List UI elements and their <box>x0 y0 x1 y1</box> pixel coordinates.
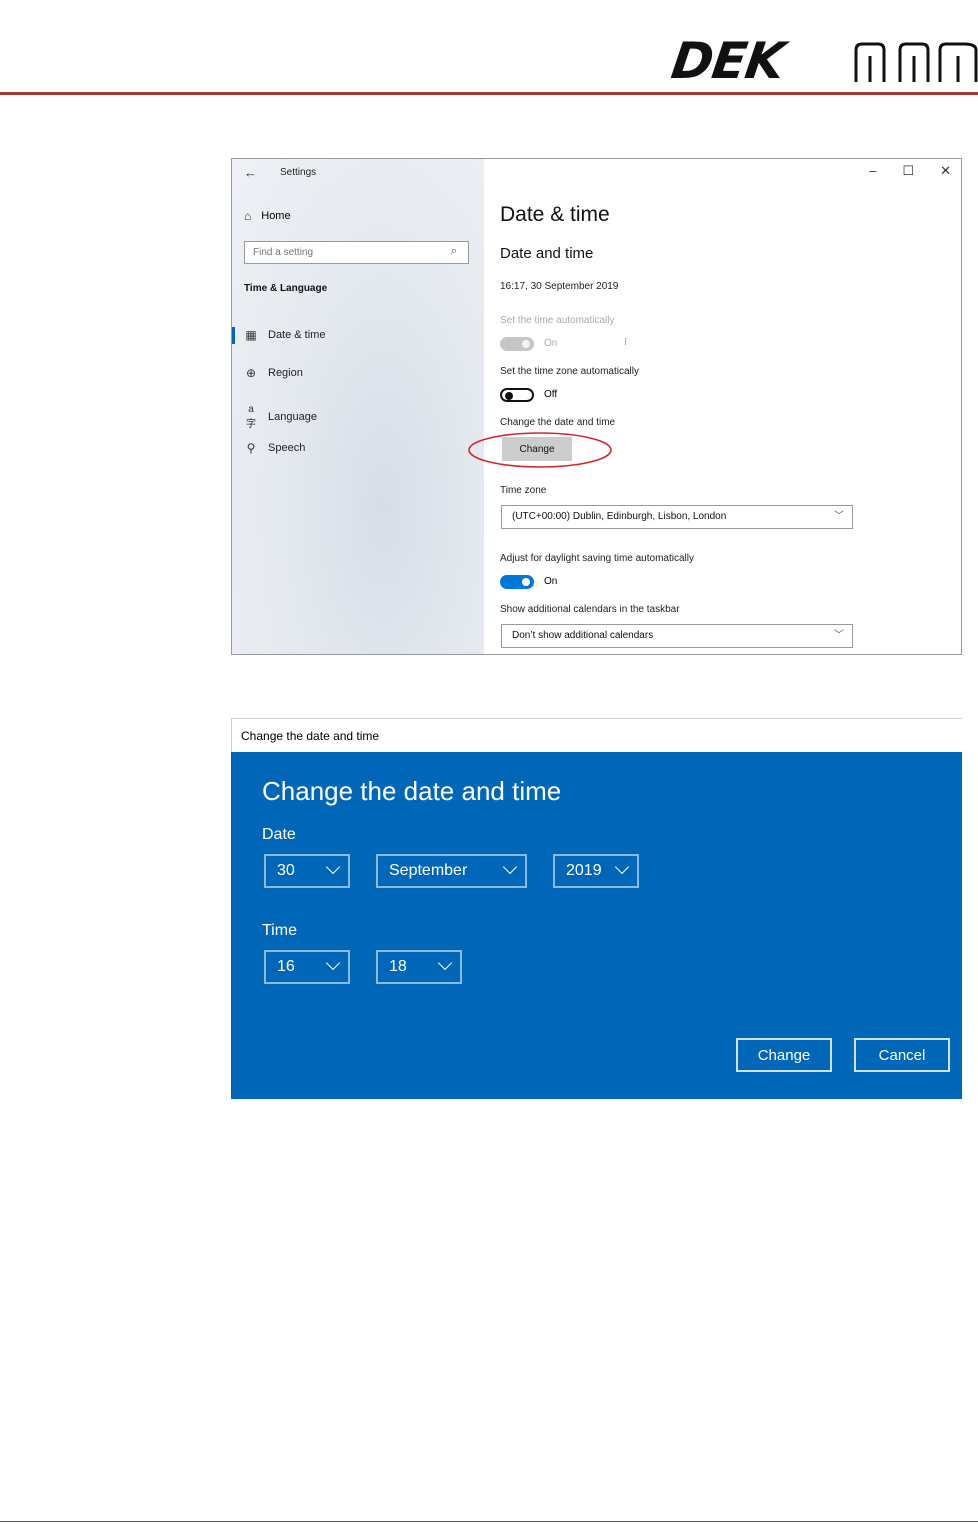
year-value: 2019 <box>566 862 602 879</box>
change-datetime-label: Change the date and time <box>500 417 616 428</box>
current-datetime: 16:17, 30 September 2019 <box>500 281 619 292</box>
minute-value: 18 <box>389 958 407 975</box>
sidebar-item-home[interactable]: ⌂ Home <box>244 209 291 223</box>
sidebar-section-title: Time & Language <box>244 283 328 294</box>
daylight-saving-state: On <box>544 576 558 587</box>
dialog-window-title: Change the date and time <box>231 718 962 752</box>
set-timezone-auto-label: Set the time zone automatically <box>500 366 639 377</box>
hour-select[interactable]: 16 <box>264 950 350 984</box>
additional-calendars-value: Don’t show additional calendars <box>512 630 654 641</box>
settings-main-pane: – ☐ ✕ Date & time Date and time 16:17, 3… <box>484 159 961 654</box>
set-timezone-auto-toggle[interactable] <box>500 388 534 402</box>
microphone-icon: ⚲ <box>246 441 256 455</box>
dialog-cancel-button[interactable]: Cancel <box>854 1038 950 1072</box>
back-arrow-icon[interactable]: ← <box>244 165 257 180</box>
section-title: Date and time <box>500 245 594 262</box>
sidebar-item-speech[interactable]: ⚲ Speech <box>244 441 306 455</box>
globe-icon: ⊕ <box>245 366 257 380</box>
chevron-down-icon <box>437 955 453 971</box>
set-timezone-auto-state: Off <box>544 389 558 400</box>
chevron-down-icon <box>614 859 630 875</box>
dialog-change-button[interactable]: Change <box>736 1038 832 1072</box>
find-setting-input[interactable] <box>244 241 469 264</box>
header-rule <box>0 92 978 95</box>
settings-window: ← Settings ⌂ Home ⌕ Time & Language ▦ Da… <box>231 158 962 655</box>
language-icon: a字 <box>246 404 256 430</box>
page-title: Date & time <box>500 203 610 226</box>
set-time-auto-state: On <box>544 338 558 349</box>
sidebar-item-label: Region <box>268 367 303 379</box>
chevron-down-icon: ﹀ <box>834 630 844 641</box>
settings-sidebar: ← Settings ⌂ Home ⌕ Time & Language ▦ Da… <box>232 159 484 654</box>
sidebar-item-label: Speech <box>268 442 306 454</box>
minimize-icon[interactable]: – <box>869 163 876 179</box>
chevron-down-icon <box>325 859 341 875</box>
date-label: Date <box>262 826 296 843</box>
maximize-icon[interactable]: ☐ <box>902 163 914 179</box>
set-time-auto-label: Set the time automatically <box>500 315 615 326</box>
dialog-body: Change the date and time Date 30 Septemb… <box>231 752 962 1099</box>
active-indicator <box>232 327 235 344</box>
set-time-auto-toggle[interactable] <box>500 337 534 351</box>
time-zone-label: Time zone <box>500 485 547 496</box>
footer-rule <box>0 1521 978 1522</box>
sidebar-item-label: Language <box>268 411 317 423</box>
daylight-saving-label: Adjust for daylight saving time automati… <box>500 553 694 564</box>
sidebar-item-language[interactable]: a字 Language <box>244 404 317 430</box>
minute-select[interactable]: 18 <box>376 950 462 984</box>
chevron-down-icon <box>325 955 341 971</box>
close-icon[interactable]: ✕ <box>940 163 951 179</box>
calendar-clock-icon: ▦ <box>245 328 257 342</box>
day-value: 30 <box>277 862 295 879</box>
month-value: September <box>389 862 468 879</box>
dialog-heading: Change the date and time <box>262 776 562 806</box>
time-zone-value: (UTC+00:00) Dublin, Edinburgh, Lisbon, L… <box>512 511 727 522</box>
time-label: Time <box>262 922 297 939</box>
window-controls: – ☐ ✕ <box>869 163 951 179</box>
hour-value: 16 <box>277 958 295 975</box>
sidebar-home-label: Home <box>261 210 291 222</box>
daylight-saving-toggle[interactable] <box>500 575 534 589</box>
chevron-down-icon: ﹀ <box>834 511 844 522</box>
highlight-ellipse <box>468 432 612 468</box>
month-select[interactable]: September <box>376 854 527 888</box>
sidebar-item-region[interactable]: ⊕ Region <box>244 366 303 380</box>
settings-app-title: Settings <box>280 167 317 178</box>
home-icon: ⌂ <box>244 209 252 223</box>
additional-calendars-label: Show additional calendars in the taskbar <box>500 604 680 615</box>
chevron-down-icon <box>502 859 518 875</box>
sidebar-item-date-time[interactable]: ▦ Date & time <box>244 328 325 342</box>
change-datetime-dialog: Change the date and time Change the date… <box>231 718 962 1099</box>
day-select[interactable]: 30 <box>264 854 350 888</box>
time-zone-select[interactable]: (UTC+00:00) Dublin, Edinburgh, Lisbon, L… <box>501 505 853 529</box>
year-select[interactable]: 2019 <box>553 854 639 888</box>
brand-mark-icon <box>854 42 978 82</box>
sidebar-item-label: Date & time <box>268 329 326 341</box>
loading-icon: ⁝ <box>624 337 628 348</box>
brand-logo-text: DEK <box>667 32 788 90</box>
additional-calendars-select[interactable]: Don’t show additional calendars ﹀ <box>501 624 853 648</box>
search-icon[interactable]: ⌕ <box>451 245 457 258</box>
